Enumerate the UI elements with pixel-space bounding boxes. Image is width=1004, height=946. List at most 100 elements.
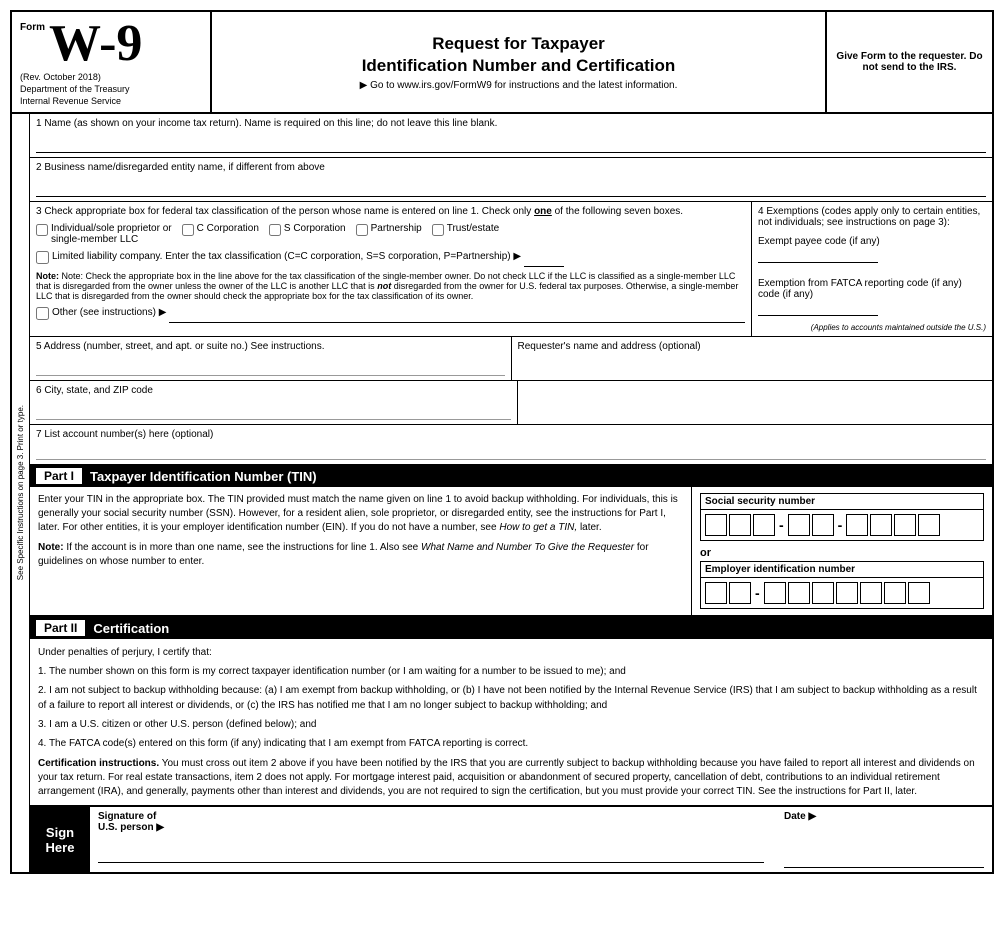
line1-section: 1 Name (as shown on your income tax retu… — [30, 114, 992, 158]
ein-segment-1 — [705, 582, 751, 604]
exemptions-title: 4 Exemptions (codes apply only to certai… — [758, 206, 986, 228]
header-center: Request for Taxpayer Identification Numb… — [212, 12, 827, 112]
individual-checkbox[interactable] — [36, 224, 48, 236]
fatca-input — [758, 302, 878, 316]
requester-section: Requester's name and address (optional) — [512, 337, 993, 380]
part1-body: Enter your TIN in the appropriate box. T… — [30, 487, 992, 616]
cert-item-2: 2. I am not subject to backup withholdin… — [38, 683, 984, 713]
ssn-cell-2[interactable] — [729, 514, 751, 536]
part1-what-name: What Name and Number To Give the Request… — [421, 542, 634, 553]
part2-header: Part II Certification — [30, 616, 992, 639]
line7-label: 7 List account number(s) here (optional) — [36, 429, 986, 440]
llc-classification-input[interactable] — [524, 251, 564, 267]
cert-instructions-label: Certification instructions. — [38, 758, 159, 769]
line5-label: 5 Address (number, street, and apt. or s… — [36, 341, 505, 352]
part2-body: Under penalties of perjury, I certify th… — [30, 639, 992, 807]
ssn-cell-9[interactable] — [918, 514, 940, 536]
part1-body-p2: later. — [580, 522, 602, 533]
line3-one: one — [534, 206, 552, 217]
ssn-label: Social security number — [701, 494, 983, 510]
ein-cell-4[interactable] — [788, 582, 810, 604]
ssn-cell-8[interactable] — [894, 514, 916, 536]
line2-section: 2 Business name/disregarded entity name,… — [30, 158, 992, 202]
under-penalties: Under penalties of perjury, I certify th… — [38, 645, 984, 660]
ein-cell-3[interactable] — [764, 582, 786, 604]
side-label: See Specific Instructions on page 3. Pri… — [12, 114, 30, 872]
or-text: or — [700, 545, 984, 561]
part1-text: Enter your TIN in the appropriate box. T… — [30, 487, 692, 615]
ssn-cell-3[interactable] — [753, 514, 775, 536]
header-subtitle: Identification Number and Certification — [362, 56, 676, 76]
requester-address-input — [518, 381, 993, 424]
ssn-cell-1[interactable] — [705, 514, 727, 536]
ein-label: Employer identification number — [701, 562, 983, 578]
sign-here-row: Sign Here Signature of U.S. person ▶ Dat… — [30, 807, 992, 872]
scorp-checkbox[interactable] — [269, 224, 281, 236]
date-section: Date ▶ — [784, 811, 984, 868]
partnership-checkbox[interactable] — [356, 224, 368, 236]
side-label-text: See Specific Instructions on page 3. Pri… — [16, 405, 25, 580]
ein-cell-1[interactable] — [705, 582, 727, 604]
cert-item-1: 1. The number shown on this form is my c… — [38, 664, 984, 679]
other-row: Other (see instructions) ▶ — [36, 307, 745, 323]
tax-classification-checkboxes: Individual/sole proprietor orsingle-memb… — [36, 223, 745, 245]
ein-cell-5[interactable] — [812, 582, 834, 604]
ssn-segment-1 — [705, 514, 775, 536]
sig-label: Signature of — [98, 811, 764, 822]
llc-row: Limited liability company. Enter the tax… — [36, 251, 745, 267]
code-if-any: code (if any) — [758, 289, 986, 300]
applies-text: (Applies to accounts maintained outside … — [758, 323, 986, 332]
signature-section: Signature of U.S. person ▶ — [98, 811, 764, 868]
line7-section: 7 List account number(s) here (optional) — [30, 425, 992, 465]
ccorp-label: C Corporation — [197, 223, 259, 234]
irs-link: ▶ Go to www.irs.gov/FormW9 for instructi… — [360, 80, 678, 91]
ssn-dash-2: - — [836, 517, 845, 533]
part2-title: Certification — [93, 621, 169, 636]
trust-label: Trust/estate — [447, 223, 499, 234]
cert-item-4: 4. The FATCA code(s) entered on this for… — [38, 736, 984, 751]
scorp-label: S Corporation — [284, 223, 346, 234]
line6-input — [36, 398, 511, 420]
ccorp-checkbox[interactable] — [182, 224, 194, 236]
signature-input[interactable] — [98, 833, 764, 863]
ssn-cell-6[interactable] — [846, 514, 868, 536]
ein-cell-2[interactable] — [729, 582, 751, 604]
ssn-segment-3 — [846, 514, 940, 536]
llc-not: not — [377, 281, 391, 291]
checkbox-scorp: S Corporation — [269, 223, 346, 236]
ein-cell-8[interactable] — [884, 582, 906, 604]
ein-box: Employer identification number - — [700, 561, 984, 609]
cert-instructions: Certification instructions. You must cro… — [38, 757, 984, 799]
llc-label: Limited liability company. Enter the tax… — [52, 251, 521, 262]
line3-rest: of the following seven boxes. — [555, 206, 683, 217]
form-rev: (Rev. October 2018) — [20, 72, 202, 82]
sign-here-label: Sign Here — [30, 807, 90, 872]
llc-checkbox[interactable] — [36, 251, 49, 264]
line1-label: 1 Name (as shown on your income tax retu… — [36, 118, 986, 129]
trust-checkbox[interactable] — [432, 224, 444, 236]
ssn-fields: - - — [701, 510, 983, 540]
us-person-label: U.S. person ▶ — [98, 822, 764, 833]
ein-cell-9[interactable] — [908, 582, 930, 604]
ssn-cell-5[interactable] — [812, 514, 834, 536]
ssn-cell-7[interactable] — [870, 514, 892, 536]
date-input[interactable] — [784, 838, 984, 868]
ein-cell-7[interactable] — [860, 582, 882, 604]
ein-cell-6[interactable] — [836, 582, 858, 604]
ssn-cell-4[interactable] — [788, 514, 810, 536]
other-input[interactable] — [169, 307, 745, 323]
exempt-payee-input — [758, 249, 878, 263]
line6-section: 6 City, state, and ZIP code — [30, 381, 518, 424]
form-label: Form — [20, 22, 45, 33]
other-checkbox[interactable] — [36, 307, 49, 320]
ein-dash: - — [753, 585, 762, 601]
line2-input-area — [36, 175, 986, 197]
line2-label: 2 Business name/disregarded entity name,… — [36, 162, 986, 173]
ssn-dash-1: - — [777, 517, 786, 533]
part1-note: Note: If the account is in more than one… — [38, 541, 683, 569]
header-title: Request for Taxpayer — [432, 34, 605, 54]
ein-segment-2 — [764, 582, 930, 604]
part1-note-body: If the account is in more than one name,… — [66, 542, 418, 553]
line1-input-area — [36, 131, 986, 153]
requester-label: Requester's name and address (optional) — [518, 341, 987, 352]
